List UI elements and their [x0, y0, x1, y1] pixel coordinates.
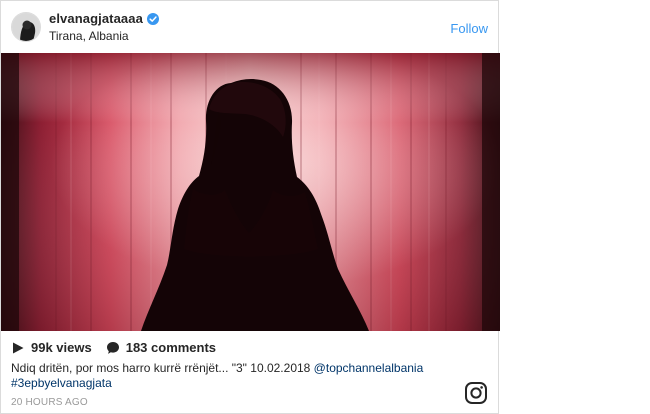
location[interactable]: Tirana, Albania	[49, 29, 129, 43]
play-icon	[13, 342, 24, 353]
post-caption: Ndiq dritën, por mos harro kurrë rrënjët…	[11, 361, 441, 391]
comment-bubble-icon	[106, 341, 119, 354]
post-header: elvanagjataaaa Tirana, Albania Follow	[1, 1, 498, 53]
caption-text: Ndiq dritën, por mos harro kurrë rrënjët…	[11, 361, 314, 375]
avatar-image	[12, 13, 40, 41]
post-timestamp: 20 HOURS AGO	[11, 397, 88, 408]
post-stats: 99k views 183 comments	[11, 340, 230, 355]
instagram-embed-card: elvanagjataaaa Tirana, Albania Follow 99…	[0, 0, 500, 414]
comments-stat[interactable]: 183 comments	[106, 340, 216, 355]
views-stat[interactable]: 99k views	[11, 340, 92, 355]
username[interactable]: elvanagjataaaa	[49, 11, 143, 26]
username-row: elvanagjataaaa	[49, 11, 159, 26]
curtain-silhouette-image	[1, 53, 500, 331]
instagram-glyph-icon[interactable]	[464, 381, 488, 405]
post-image[interactable]	[1, 53, 500, 331]
follow-button[interactable]: Follow	[450, 21, 488, 36]
verified-badge-icon	[146, 12, 159, 25]
comments-count: 183 comments	[125, 340, 217, 355]
hashtag-link[interactable]: #3epbyelvanagjata	[11, 376, 112, 390]
avatar[interactable]	[11, 12, 41, 42]
views-count: 99k views	[31, 340, 92, 355]
mention-link[interactable]: @topchannelalbania	[314, 361, 424, 375]
